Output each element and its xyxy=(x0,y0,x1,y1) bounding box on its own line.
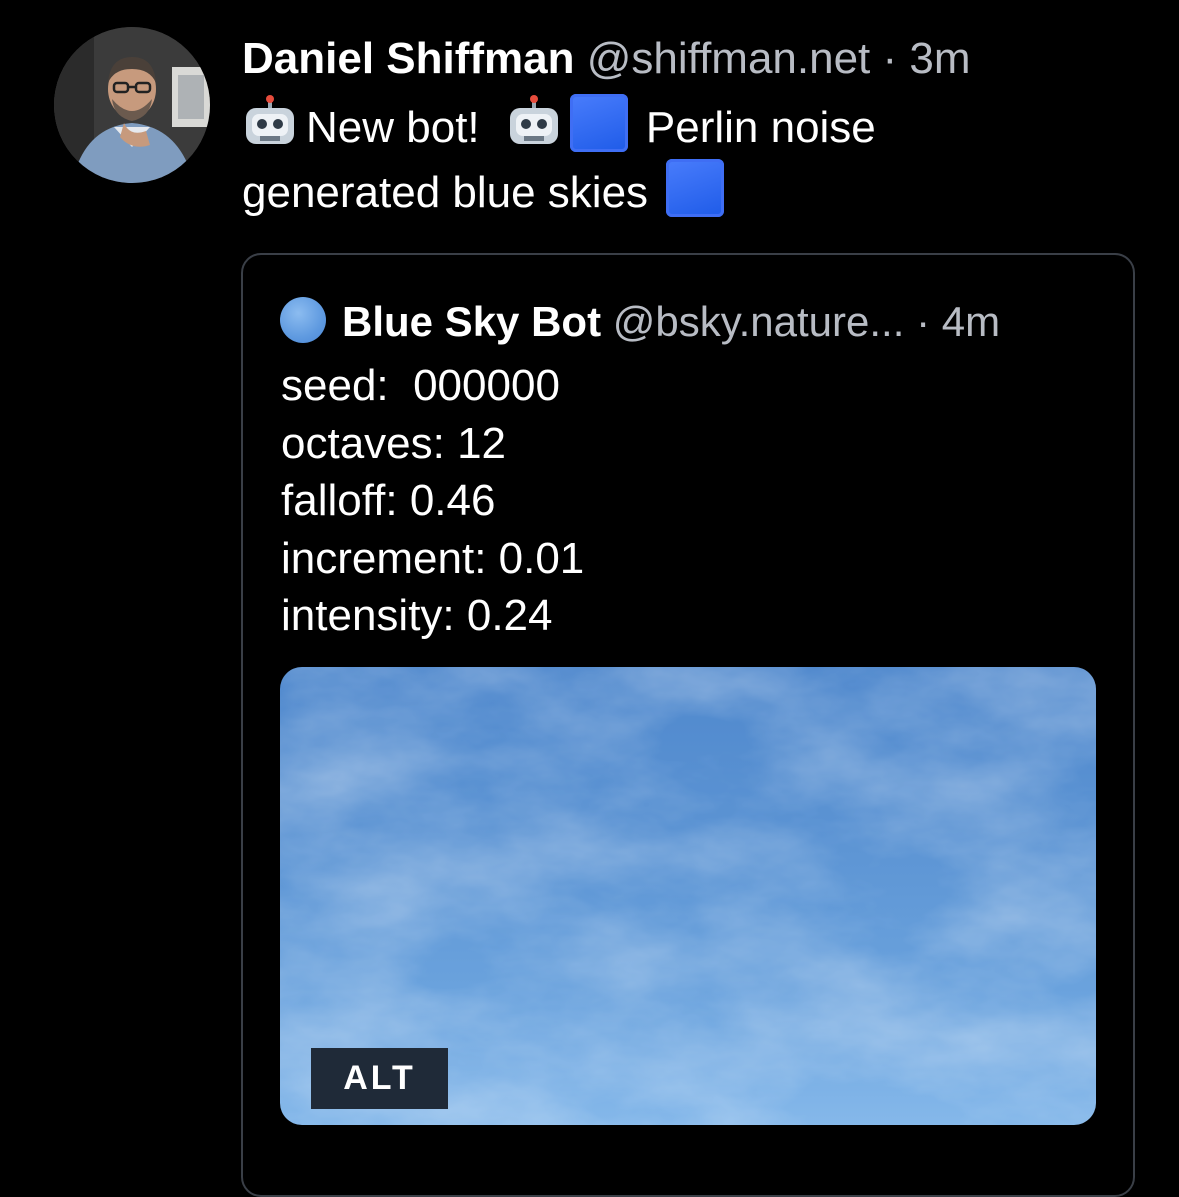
blue-square-icon xyxy=(569,94,628,152)
param-octaves: octaves: 12 xyxy=(281,418,507,468)
author-name[interactable]: Daniel Shiffman xyxy=(242,34,575,83)
quoted-post-text: seed: 000000 octaves: 12 falloff: 0.46 i… xyxy=(281,357,584,645)
quoted-post-header: Blue Sky Bot @bsky.nature... · 4m xyxy=(280,295,1000,349)
author-handle[interactable]: @shiffman.net xyxy=(587,34,871,83)
sky-image[interactable]: ALT xyxy=(280,667,1096,1125)
quoted-post-timestamp[interactable]: 4m xyxy=(942,298,1000,345)
param-increment: increment: 0.01 xyxy=(281,533,585,583)
robot-emoji-icon xyxy=(509,95,558,144)
separator-dot: · xyxy=(882,34,898,83)
param-falloff: falloff: 0.46 xyxy=(281,476,496,525)
alt-text-button[interactable]: ALT xyxy=(311,1048,448,1109)
quoted-author-name[interactable]: Blue Sky Bot xyxy=(342,298,601,345)
post-text-part3: generated blue skies xyxy=(242,168,649,217)
param-seed: seed: 000000 xyxy=(281,361,560,410)
separator-dot: · xyxy=(916,298,931,345)
quoted-post-card[interactable]: Blue Sky Bot @bsky.nature... · 4m seed: … xyxy=(241,253,1135,1197)
post[interactable]: Daniel Shiffman @shiffman.net · 3m New b… xyxy=(242,30,1142,224)
bot-avatar[interactable] xyxy=(280,297,326,343)
param-intensity: intensity: 0.24 xyxy=(281,591,553,640)
blue-square-icon xyxy=(666,159,725,217)
quoted-author-handle[interactable]: @bsky.nature... xyxy=(613,298,905,345)
post-text-part2: Perlin noise xyxy=(645,103,876,152)
post-text: New bot! Perlin noise generated blue ski… xyxy=(242,94,1142,224)
robot-emoji-icon xyxy=(246,95,294,144)
post-header: Daniel Shiffman @shiffman.net · 3m xyxy=(242,30,1142,88)
post-timestamp[interactable]: 3m xyxy=(909,34,970,83)
post-text-part1: New bot! xyxy=(306,103,480,152)
author-avatar[interactable] xyxy=(54,27,210,183)
avatar-image xyxy=(54,27,210,183)
